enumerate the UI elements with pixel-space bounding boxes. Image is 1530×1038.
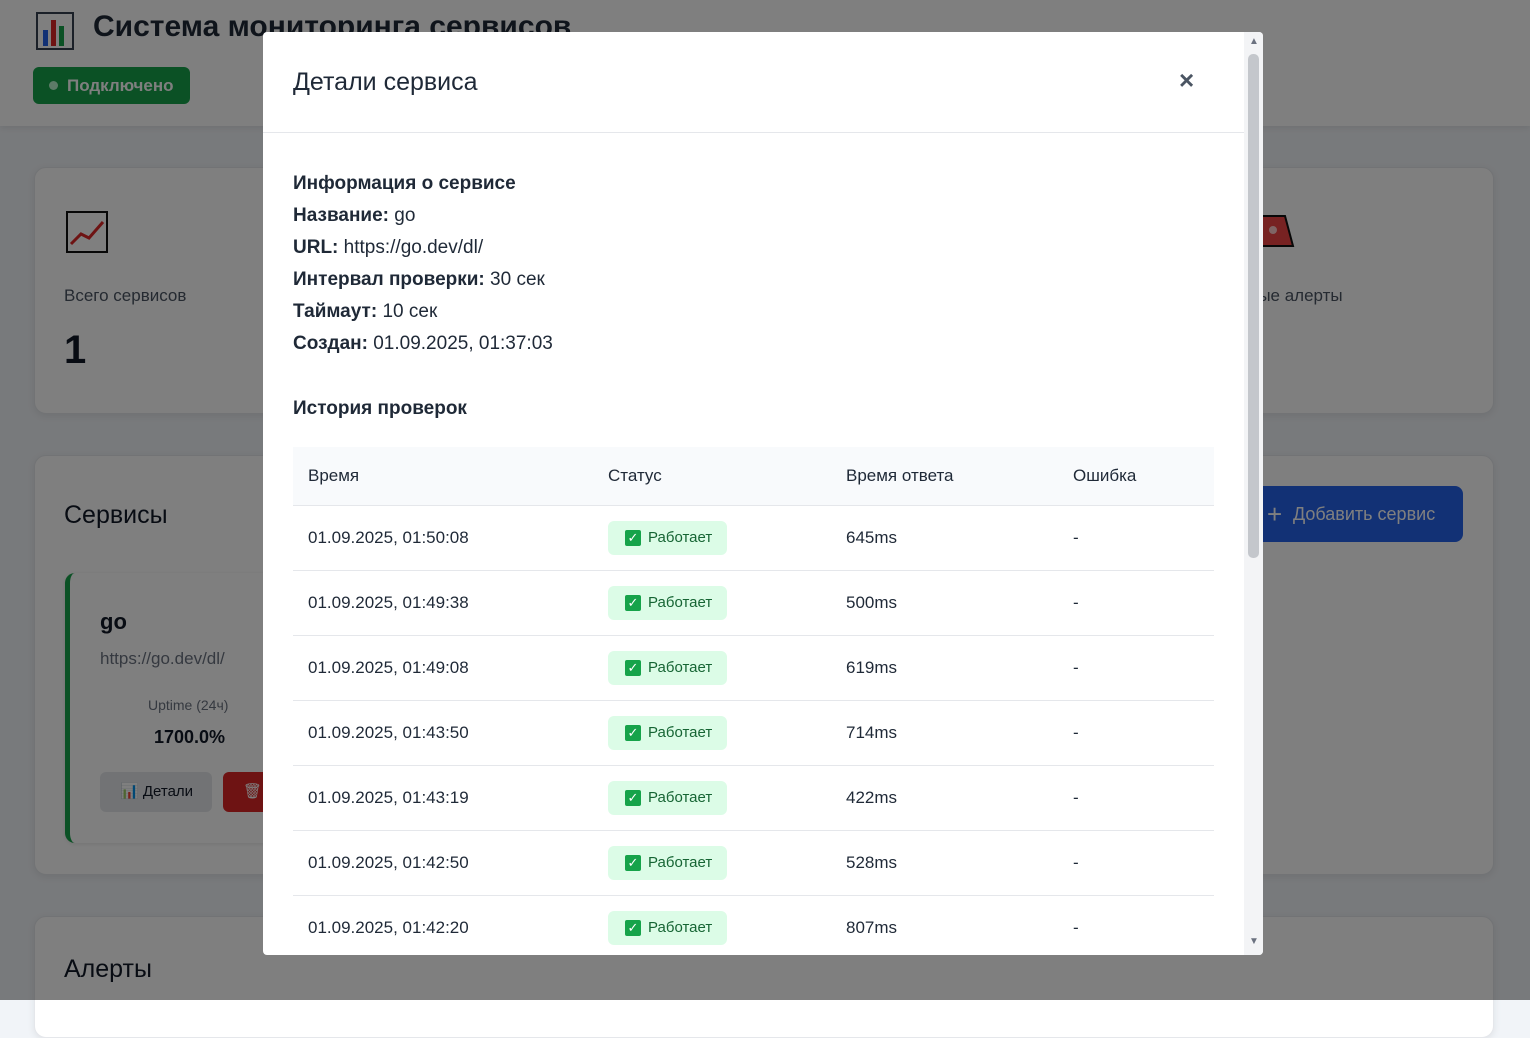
column-header-response: Время ответа (831, 447, 1058, 506)
checkmark-icon: ✓ (625, 920, 641, 936)
table-row: 01.09.2025, 01:50:08 ✓ Работает 645ms - (293, 505, 1214, 571)
status-badge: ✓ Работает (608, 586, 728, 620)
cell-response-time: 500ms (831, 570, 1058, 636)
cell-response-time: 807ms (831, 895, 1058, 955)
cell-response-time: 645ms (831, 505, 1058, 571)
status-badge: ✓ Работает (608, 716, 728, 750)
service-info: Информация о сервисе Название: go URL: h… (293, 168, 553, 360)
cell-error: - (1058, 895, 1214, 955)
status-label: Работает (648, 594, 713, 611)
scroll-up-arrow-icon[interactable]: ▲ (1249, 36, 1259, 47)
info-row-interval: Интервал проверки: 30 сек (293, 269, 545, 290)
cell-time: 01.09.2025, 01:49:38 (293, 570, 593, 636)
cell-error: - (1058, 765, 1214, 831)
table-row: 01.09.2025, 01:49:38 ✓ Работает 500ms - (293, 570, 1214, 636)
cell-time: 01.09.2025, 01:42:50 (293, 830, 593, 896)
cell-error: - (1058, 505, 1214, 571)
cell-time: 01.09.2025, 01:49:08 (293, 635, 593, 701)
status-badge: ✓ Работает (608, 781, 728, 815)
status-label: Работает (648, 724, 713, 741)
checkmark-icon: ✓ (625, 855, 641, 871)
checkmark-icon: ✓ (625, 660, 641, 676)
cell-response-time: 619ms (831, 635, 1058, 701)
column-header-status: Статус (593, 447, 831, 506)
info-row-timeout: Таймаут: 10 сек (293, 301, 438, 322)
status-badge: ✓ Работает (608, 521, 728, 555)
cell-response-time: 422ms (831, 765, 1058, 831)
info-row-url: URL: https://go.dev/dl/ (293, 237, 484, 258)
status-badge: ✓ Работает (608, 651, 728, 685)
status-badge: ✓ Работает (608, 846, 728, 880)
table-row: 01.09.2025, 01:42:50 ✓ Работает 528ms - (293, 830, 1214, 896)
table-header-row: Время Статус Время ответа Ошибка (293, 447, 1214, 506)
status-label: Работает (648, 854, 713, 871)
cell-time: 01.09.2025, 01:50:08 (293, 505, 593, 571)
status-badge: ✓ Работает (608, 911, 728, 945)
cell-time: 01.09.2025, 01:42:20 (293, 895, 593, 955)
cell-status: ✓ Работает (593, 895, 831, 955)
table-row: 01.09.2025, 01:49:08 ✓ Работает 619ms - (293, 635, 1214, 701)
table-row: 01.09.2025, 01:43:19 ✓ Работает 422ms - (293, 765, 1214, 831)
info-row-name: Название: go (293, 205, 416, 226)
column-header-error: Ошибка (1058, 447, 1214, 506)
cell-time: 01.09.2025, 01:43:50 (293, 700, 593, 766)
history-title: История проверок (293, 398, 467, 419)
status-label: Работает (648, 529, 713, 546)
cell-error: - (1058, 700, 1214, 766)
close-icon[interactable]: × (1179, 65, 1194, 96)
history-table: Время Статус Время ответа Ошибка 01.09.2… (293, 447, 1214, 955)
info-row-created: Создан: 01.09.2025, 01:37:03 (293, 333, 553, 354)
scroll-down-arrow-icon[interactable]: ▼ (1249, 936, 1259, 947)
status-label: Работает (648, 659, 713, 676)
service-details-modal: Детали сервиса × Информация о сервисе На… (263, 32, 1263, 955)
cell-error: - (1058, 635, 1214, 701)
status-label: Работает (648, 919, 713, 936)
cell-error: - (1058, 830, 1214, 896)
modal-scrollbar[interactable]: ▲ ▼ (1244, 32, 1263, 955)
cell-status: ✓ Работает (593, 505, 831, 571)
checkmark-icon: ✓ (625, 530, 641, 546)
table-row: 01.09.2025, 01:42:20 ✓ Работает 807ms - (293, 895, 1214, 955)
checkmark-icon: ✓ (625, 725, 641, 741)
cell-time: 01.09.2025, 01:43:19 (293, 765, 593, 831)
checkmark-icon: ✓ (625, 595, 641, 611)
cell-status: ✓ Работает (593, 570, 831, 636)
cell-response-time: 528ms (831, 830, 1058, 896)
table-row: 01.09.2025, 01:43:50 ✓ Работает 714ms - (293, 700, 1214, 766)
cell-status: ✓ Работает (593, 765, 831, 831)
cell-error: - (1058, 570, 1214, 636)
info-title: Информация о сервисе (293, 173, 516, 194)
cell-status: ✓ Работает (593, 700, 831, 766)
cell-status: ✓ Работает (593, 635, 831, 701)
cell-response-time: 714ms (831, 700, 1058, 766)
status-label: Работает (648, 789, 713, 806)
scroll-thumb[interactable] (1248, 54, 1259, 558)
modal-header: Детали сервиса × (263, 32, 1244, 133)
column-header-time: Время (293, 447, 593, 506)
cell-status: ✓ Работает (593, 830, 831, 896)
modal-title: Детали сервиса (293, 68, 478, 96)
checkmark-icon: ✓ (625, 790, 641, 806)
